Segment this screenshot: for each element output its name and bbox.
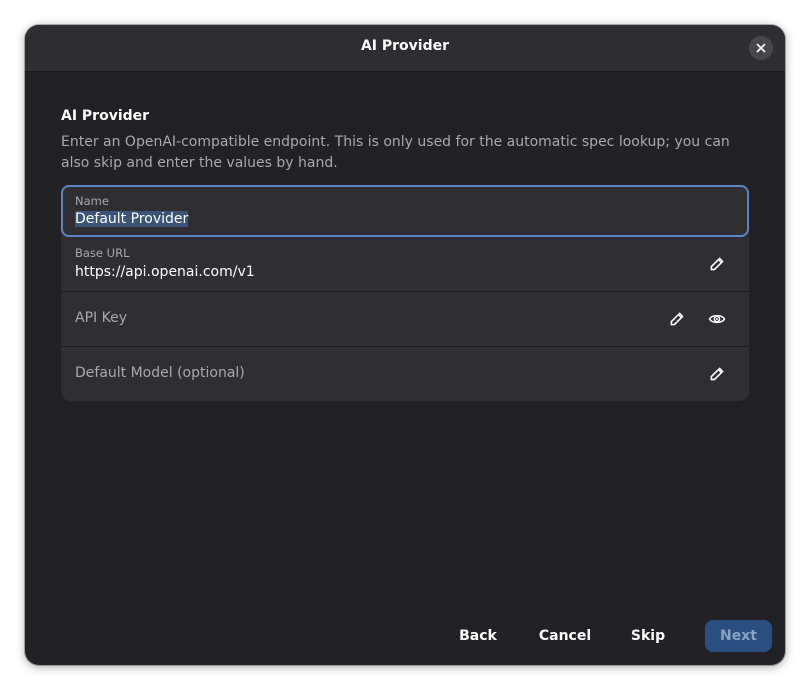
back-button[interactable]: Back	[447, 620, 509, 652]
eye-icon	[708, 314, 726, 324]
section-intro: AI Provider Enter an OpenAI-compatible e…	[61, 107, 749, 174]
api-key-field[interactable]: API Key	[61, 292, 749, 347]
dialog-title: AI Provider	[360, 38, 450, 54]
api-key-edit-button[interactable]	[665, 307, 689, 331]
api-key-reveal-button[interactable]	[705, 307, 729, 331]
pencil-icon	[710, 367, 724, 381]
pencil-icon	[710, 257, 724, 271]
pencil-icon	[670, 312, 684, 326]
default-model-field[interactable]: Default Model (optional)	[61, 347, 749, 401]
next-button[interactable]: Next	[705, 620, 772, 652]
api-key-placeholder: API Key	[75, 310, 127, 326]
base-url-value: https://api.openai.com/v1	[75, 264, 255, 280]
name-field[interactable]: Name Default Provider	[61, 185, 749, 237]
ai-provider-dialog: AI Provider AI Provider Enter an OpenAI-…	[25, 25, 785, 665]
dialog-header: AI Provider	[25, 25, 785, 72]
default-model-placeholder: Default Model (optional)	[75, 365, 245, 381]
base-url-label: Base URL	[75, 246, 130, 260]
section-title: AI Provider	[61, 108, 150, 124]
cancel-button[interactable]: Cancel	[529, 620, 601, 652]
name-field-value[interactable]: Default Provider	[75, 211, 189, 227]
base-url-edit-button[interactable]	[705, 252, 729, 276]
base-url-field[interactable]: Base URL https://api.openai.com/v1	[61, 237, 749, 292]
name-field-label: Name	[75, 194, 109, 208]
skip-button[interactable]: Skip	[621, 620, 675, 652]
close-button[interactable]	[749, 36, 773, 60]
section-description: Enter an OpenAI-compatible endpoint. Thi…	[61, 134, 730, 171]
default-model-edit-button[interactable]	[705, 362, 729, 386]
name-field-selected-text: Default Provider	[75, 211, 189, 227]
close-icon	[756, 43, 766, 53]
provider-fields-list: Name Default Provider Base URL https://a…	[61, 185, 749, 401]
